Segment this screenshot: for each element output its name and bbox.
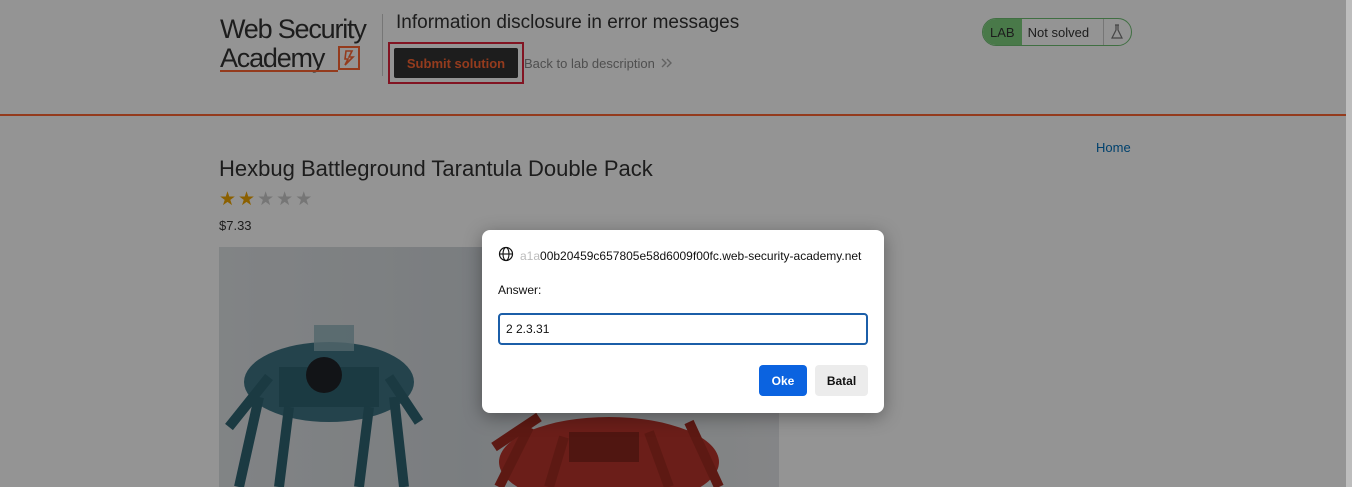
origin-host: a1a00b20459c657805e58d6009f00fc.web-secu… [520, 248, 862, 263]
prompt-dialog: a1a00b20459c657805e58d6009f00fc.web-secu… [482, 230, 884, 413]
ok-button[interactable]: Oke [759, 365, 807, 396]
page-scrollbar[interactable] [1346, 0, 1352, 487]
globe-icon [498, 246, 514, 265]
answer-input[interactable] [498, 313, 868, 345]
prompt-label: Answer: [498, 283, 542, 297]
cancel-button[interactable]: Batal [815, 365, 868, 396]
dialog-origin: a1a00b20459c657805e58d6009f00fc.web-secu… [498, 246, 861, 265]
